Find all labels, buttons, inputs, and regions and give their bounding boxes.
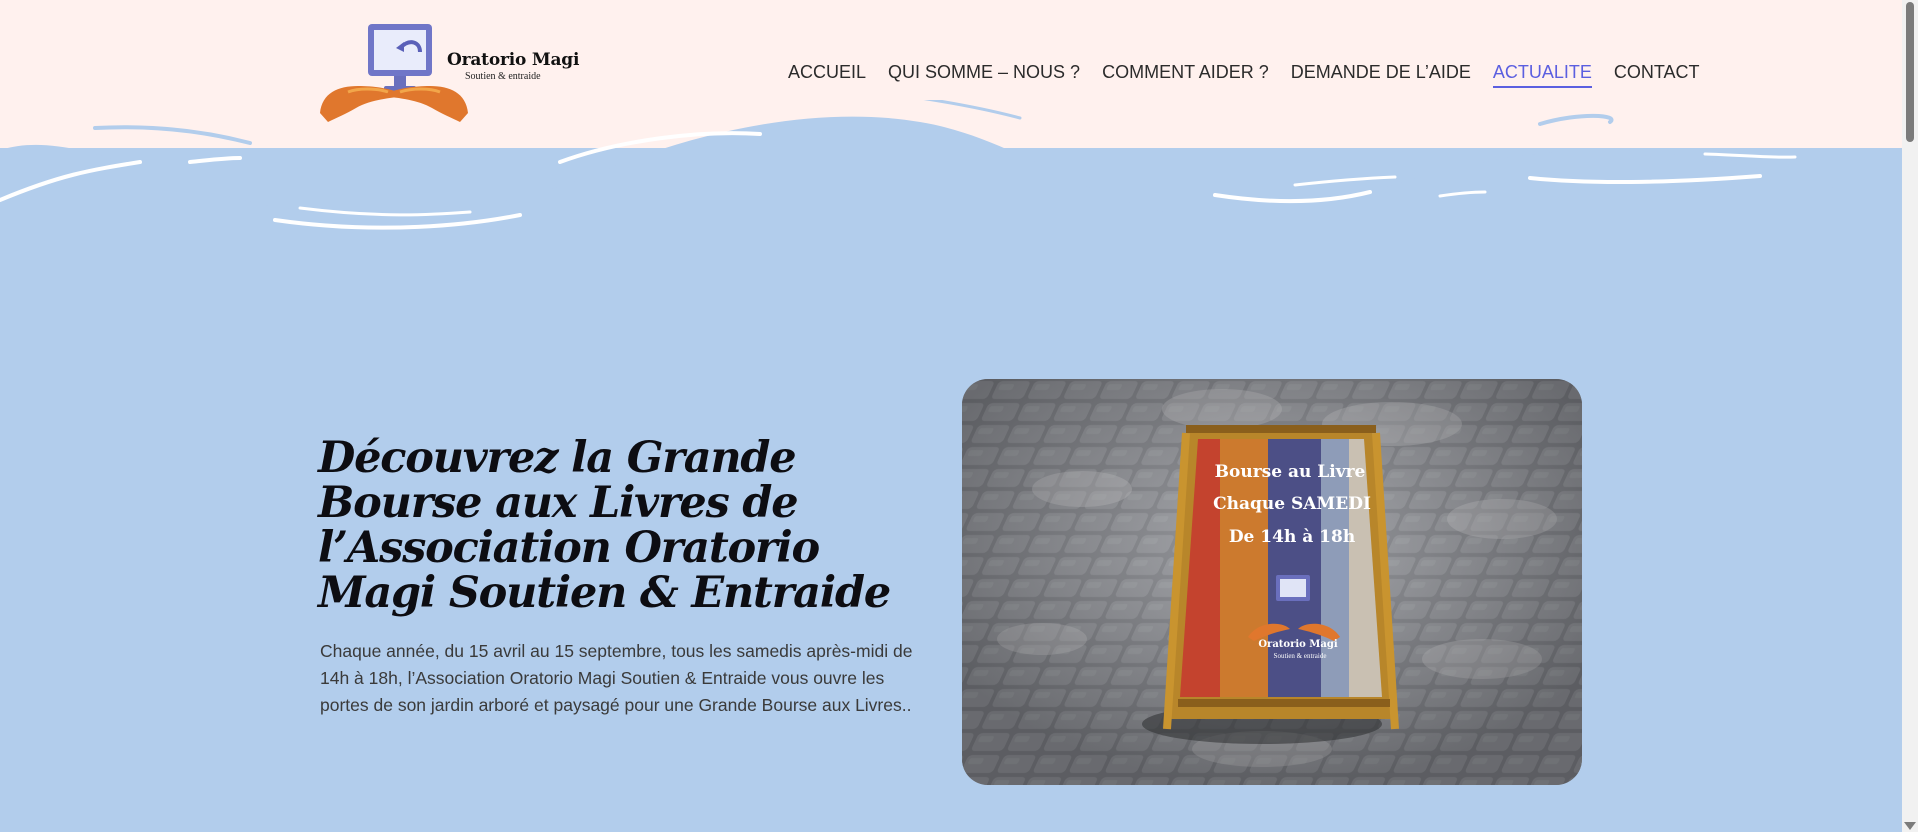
sign-line-2: Chaque SAMEDI <box>1213 494 1371 514</box>
wave-divider <box>0 100 1902 270</box>
nav-item-qui-somme-nous[interactable]: QUI SOMME – NOUS ? <box>888 62 1080 88</box>
hero-image: Bourse au Livre Chaque SAMEDI De 14h à 1… <box>962 379 1582 785</box>
hero-headline: Découvrez la Grande Bourse aux Livres de… <box>318 433 891 618</box>
scroll-down-arrow-icon[interactable] <box>1904 822 1916 830</box>
page: Oratorio Magi Soutien & entraide ACCUEIL… <box>0 0 1902 832</box>
brand-tagline: Soutien & entraide <box>465 71 541 82</box>
computer-icon <box>368 24 432 91</box>
sign-brand: Oratorio Magi <box>1258 639 1338 650</box>
scrollbar-thumb[interactable] <box>1906 2 1914 142</box>
main-nav: ACCUEIL QUI SOMME – NOUS ? COMMENT AIDER… <box>788 62 1700 88</box>
sign-tagline: Soutien & entraide <box>1274 652 1327 660</box>
hands-icon <box>320 86 468 122</box>
page-scrollbar[interactable] <box>1902 0 1918 832</box>
nav-item-contact[interactable]: CONTACT <box>1614 62 1700 88</box>
nav-item-comment-aider[interactable]: COMMENT AIDER ? <box>1102 62 1269 88</box>
nav-item-accueil[interactable]: ACCUEIL <box>788 62 866 88</box>
hero-lead-text: Chaque année, du 15 avril au 15 septembr… <box>320 641 913 715</box>
brand-name[interactable]: Oratorio Magi <box>447 50 579 70</box>
sign-photo: Bourse au Livre Chaque SAMEDI De 14h à 1… <box>962 379 1582 785</box>
nav-item-actualite[interactable]: ACTUALITE <box>1492 62 1592 88</box>
sign-line-1: Bourse au Livre <box>1215 462 1366 482</box>
nav-item-demande-aide[interactable]: DEMANDE DE L’AIDE <box>1291 62 1471 88</box>
sign-line-3: De 14h à 18h <box>1229 527 1355 547</box>
